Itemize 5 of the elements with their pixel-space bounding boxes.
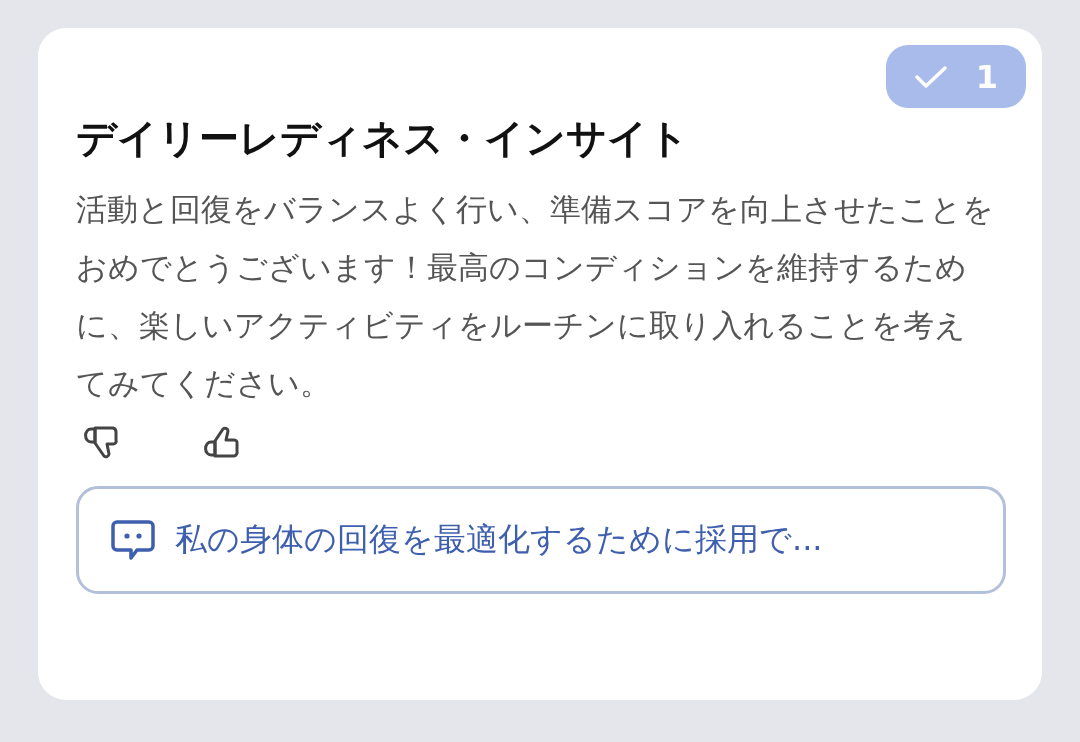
suggested-question-button[interactable]: 私の身体の回復を最適化するために採用で... bbox=[76, 486, 1006, 594]
card-title: デイリーレディネス・インサイト bbox=[76, 114, 690, 163]
badge-count: 1 bbox=[975, 57, 999, 96]
insight-text: 活動と回復をバランスよく行い、準備スコアを向上させたことをおめでとうございます！最高のコンディションを維持するために、楽しいアクティビティをルーチンに取り入れることを考えてみてください。 bbox=[76, 190, 995, 403]
checkmark-icon bbox=[913, 64, 948, 89]
